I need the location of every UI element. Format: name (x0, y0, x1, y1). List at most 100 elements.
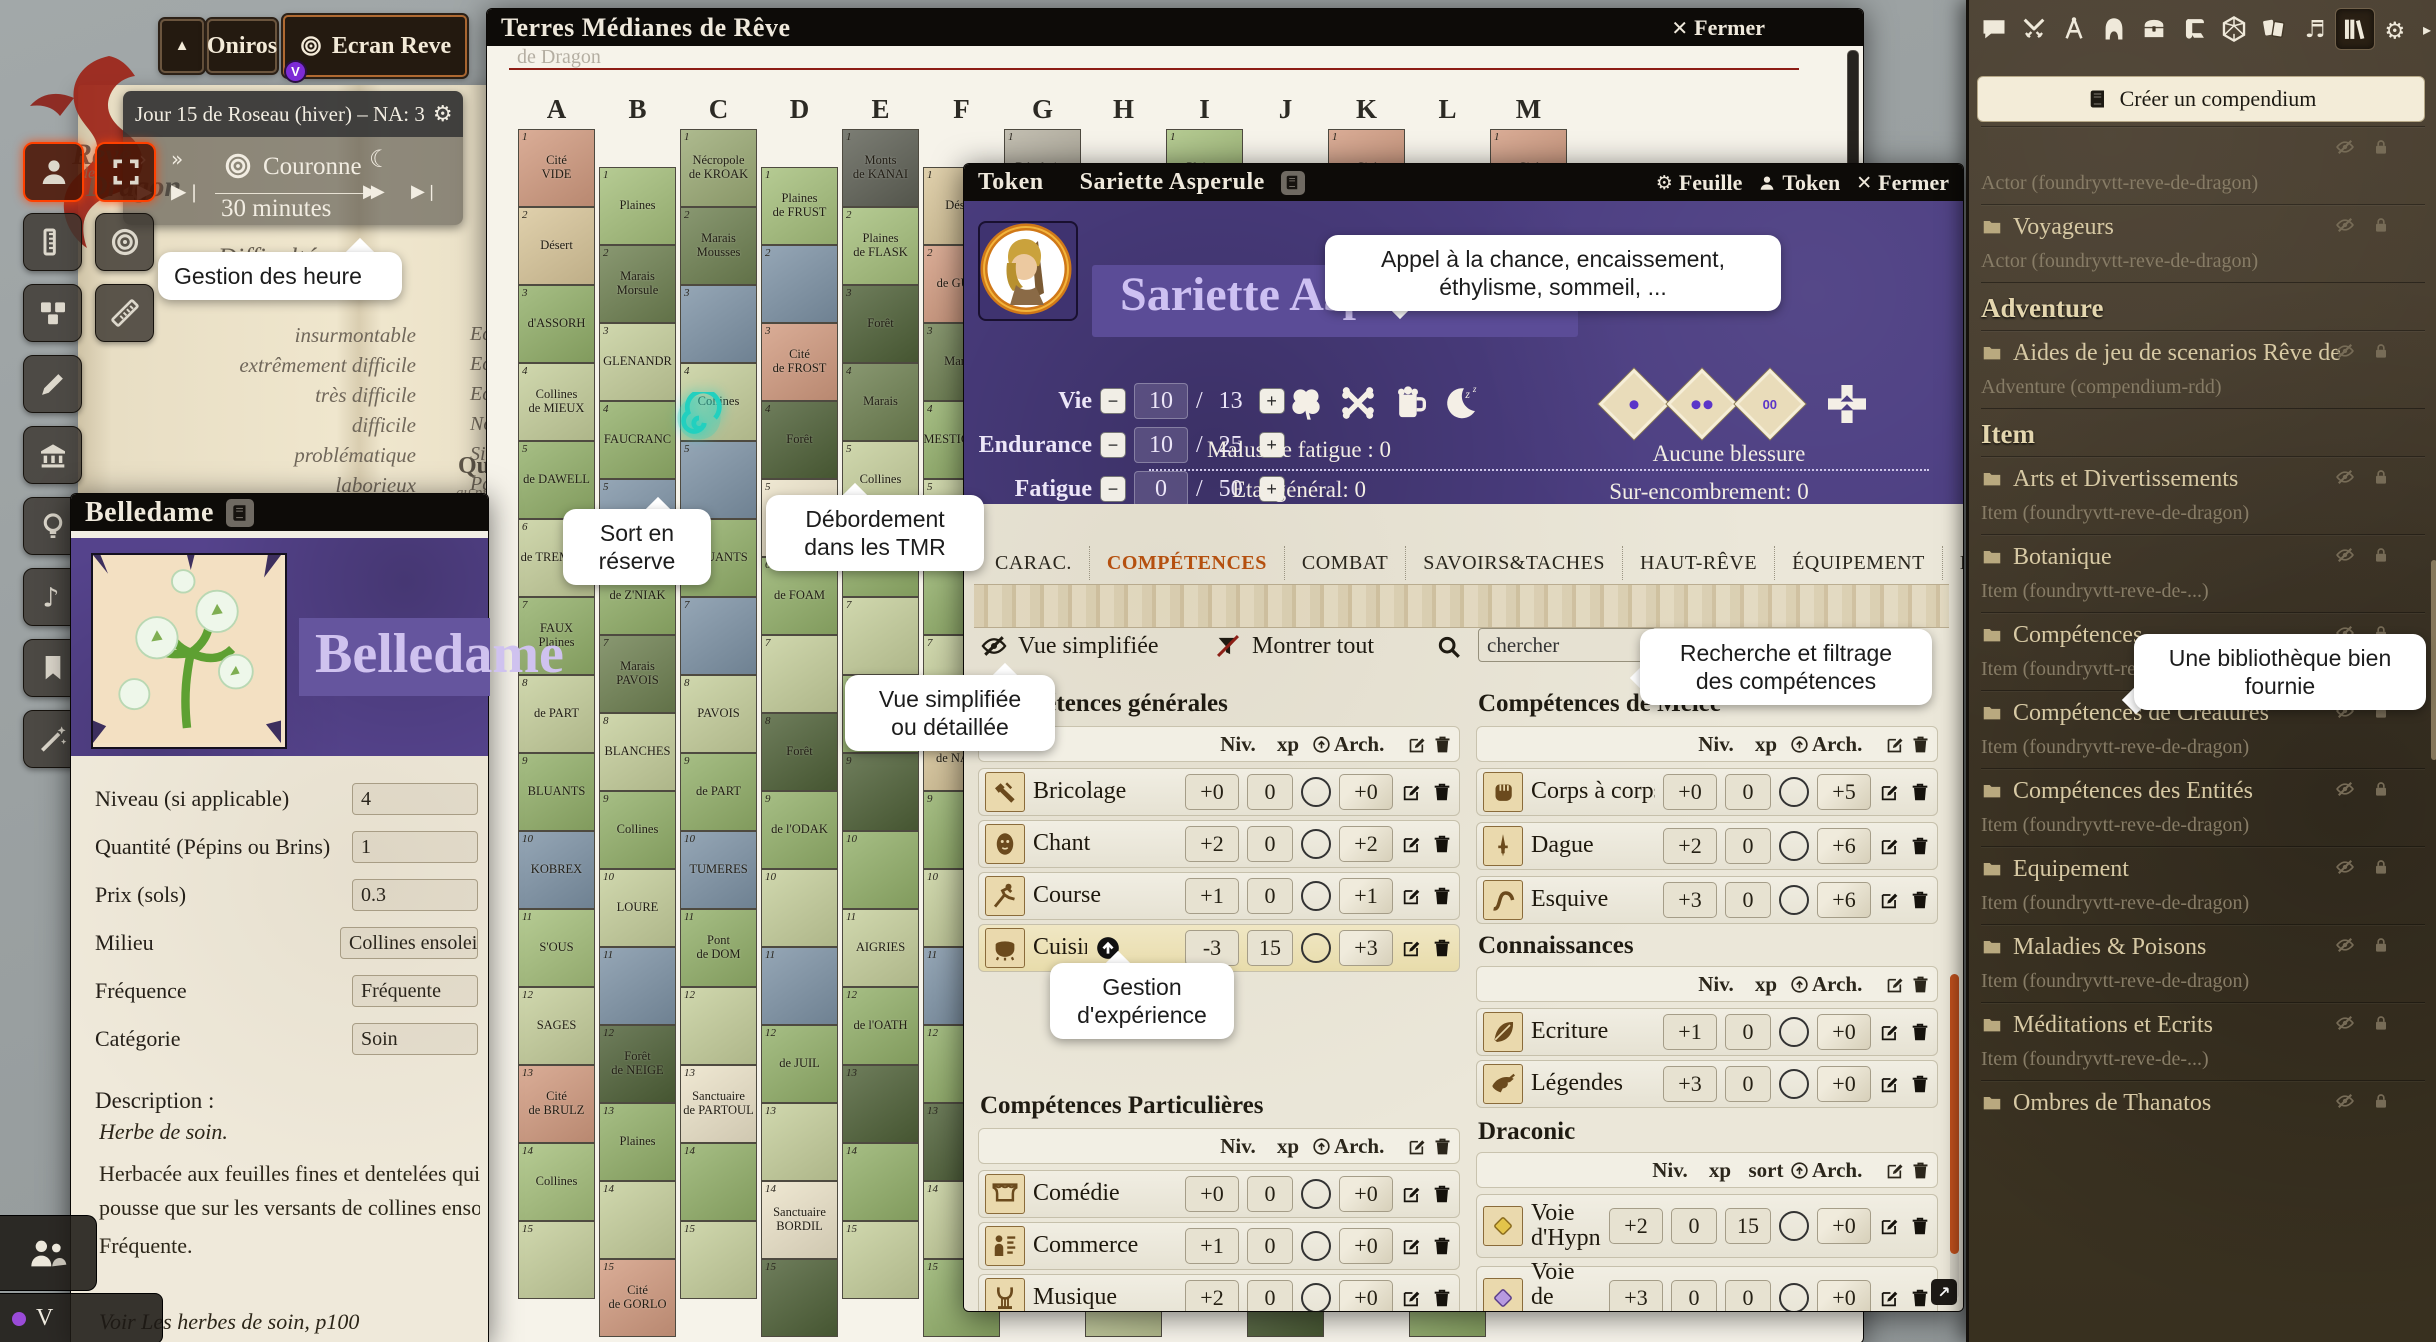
trash-icon[interactable] (1910, 974, 1931, 995)
resize-handle[interactable] (1931, 1279, 1957, 1305)
skill-arch[interactable]: +0 (1817, 1066, 1871, 1102)
skill-row-voiedenarcos[interactable]: Voie de Narcos+300+0 (1476, 1266, 1938, 1311)
visibility-icon[interactable] (2335, 341, 2355, 361)
tmr-cell-C9[interactable]: 9de PART (680, 753, 757, 831)
skill-arch[interactable]: +0 (1339, 1228, 1393, 1264)
skill-xp[interactable]: 0 (1671, 1280, 1717, 1311)
lock-icon[interactable] (2371, 1013, 2391, 1033)
compendium-entry[interactable]: Arts et DivertissementsItem (foundryvtt-… (1981, 456, 2425, 534)
tmr-cell-E12[interactable]: 12de l'OATH (842, 987, 919, 1065)
tmr-cell-C14[interactable]: 14 (680, 1143, 757, 1221)
compendium-entry[interactable]: Aides de jeu de scenarios Rêve de Dragon… (1981, 330, 2425, 408)
skill-row-bricolage[interactable]: Bricolage+00+0 (978, 768, 1460, 816)
tmr-cell-A2[interactable]: 2Désert (518, 207, 595, 285)
skill-roll-circle[interactable] (1301, 777, 1331, 807)
tmr-cell-C3[interactable]: 3 (680, 285, 757, 363)
edit-icon[interactable] (1407, 1136, 1428, 1157)
skill-xp[interactable]: 0 (1247, 1228, 1293, 1264)
stat-value[interactable]: 10 (1134, 383, 1188, 419)
fast-forward-icon[interactable]: ▶▶ (363, 181, 379, 202)
skill-niv[interactable]: +1 (1185, 1228, 1239, 1264)
tmr-cell-E9[interactable]: 9 (842, 753, 919, 831)
tmr-cell-E13[interactable]: 13 (842, 1065, 919, 1143)
edit-icon[interactable] (1885, 974, 1906, 995)
calendar-settings-icon[interactable]: ⚙ (433, 102, 453, 127)
visibility-icon[interactable] (2335, 467, 2355, 487)
sidebar-tab-clef[interactable]: ♬ (2295, 9, 2333, 49)
sidebar-tab-chest[interactable] (2135, 9, 2173, 49)
skill-roll-circle[interactable] (1779, 885, 1809, 915)
skill-row-esquive[interactable]: Esquive+30+6 (1476, 876, 1938, 924)
tmr-cell-C11[interactable]: 11Pontde DOM (680, 909, 757, 987)
skill-xp[interactable]: 0 (1725, 774, 1771, 810)
skill-niv[interactable]: +3 (1609, 1280, 1663, 1311)
tool-ruler-tool-button[interactable] (95, 284, 154, 342)
stat-decrease-button[interactable]: − (1100, 388, 1126, 414)
skill-xp[interactable]: 0 (1247, 1176, 1293, 1212)
tmr-cell-D12[interactable]: 12de JUIL (761, 1025, 838, 1103)
compendium-entry[interactable]: Compétences des EntitésItem (foundryvtt-… (1981, 768, 2425, 846)
skip-day-icon[interactable]: ▶❘ (411, 181, 438, 202)
field-input[interactable]: 0.3 (352, 879, 478, 911)
lock-icon[interactable] (2371, 1091, 2391, 1111)
collapse-macro-bar-button[interactable]: ▲ (160, 19, 204, 73)
tmr-cell-A15[interactable]: 15 (518, 1221, 595, 1299)
tmr-cell-B15[interactable]: 15Citéde GORLO (599, 1259, 676, 1337)
belledame-titlebar[interactable]: Belledame (71, 494, 488, 531)
visibility-icon[interactable] (2335, 545, 2355, 565)
visibility-icon[interactable] (2335, 1013, 2355, 1033)
edit-icon[interactable] (1879, 889, 1901, 911)
belledame-image[interactable] (91, 553, 287, 749)
edit-icon[interactable] (1401, 937, 1423, 959)
sidebar-tab-scroll[interactable] (2175, 9, 2213, 49)
circle-up-icon[interactable] (1789, 1160, 1810, 1181)
skill-xp[interactable]: 0 (1725, 882, 1771, 918)
skill-niv[interactable]: +3 (1663, 882, 1717, 918)
tmr-cell-E1[interactable]: 1Montsde KANAI (842, 129, 919, 207)
skill-arch[interactable]: +0 (1817, 1280, 1871, 1311)
skill-niv[interactable]: +2 (1663, 828, 1717, 864)
players-toggle[interactable] (0, 1215, 97, 1291)
compendium-entry[interactable]: Actor (foundryvtt-reve-de-dragon) (1981, 126, 2425, 204)
trash-icon[interactable] (1431, 885, 1453, 907)
tmr-cell-D9[interactable]: 9de l'ODAK (761, 791, 838, 869)
skill-xp[interactable]: 0 (1725, 1066, 1771, 1102)
edit-icon[interactable] (1401, 1183, 1423, 1205)
trash-icon[interactable] (1432, 1136, 1453, 1157)
skill-xp[interactable]: 0 (1247, 878, 1293, 914)
tmr-cell-A13[interactable]: 13Citéde BRULZ (518, 1065, 595, 1143)
tmr-cell-C8[interactable]: 8PAVOIS (680, 675, 757, 753)
tmr-cell-D1[interactable]: 1Plainesde FRUST (761, 167, 838, 245)
tmr-cell-D14[interactable]: 14SanctuaireBORDIL (761, 1181, 838, 1259)
tmr-cell-E11[interactable]: 11AIGRIES (842, 909, 919, 987)
tmr-cell-A8[interactable]: 8de PART (518, 675, 595, 753)
skill-arch[interactable]: +0 (1817, 1208, 1871, 1244)
tool-target-button[interactable] (95, 142, 156, 202)
skill-row-commerce[interactable]: Commerce+10+0 (978, 1222, 1460, 1270)
edit-icon[interactable] (1879, 835, 1901, 857)
compendium-entry[interactable]: VoyageursActor (foundryvtt-reve-de-drago… (1981, 204, 2425, 282)
sidebar-tab-chat[interactable] (1975, 9, 2013, 49)
tmr-cell-E3[interactable]: 3Forêt (842, 285, 919, 363)
tmr-cell-C15[interactable]: 15 (680, 1221, 757, 1299)
skill-niv[interactable]: -3 (1185, 930, 1239, 966)
tmr-cell-A10[interactable]: 10KOBREX (518, 831, 595, 909)
compendium-entry[interactable]: BotaniqueItem (foundryvtt-reve-de-...) (1981, 534, 2425, 612)
lock-icon[interactable] (2371, 779, 2391, 799)
sheet-scrollbar[interactable] (1950, 974, 1959, 1299)
trash-icon[interactable] (1909, 835, 1931, 857)
tmr-diamond-badge[interactable] (1667, 369, 1738, 440)
skill-xp[interactable]: 15 (1247, 930, 1293, 966)
tmr-cell-B2[interactable]: 2MaraisMorsule (599, 245, 676, 323)
visibility-icon[interactable] (2335, 137, 2355, 157)
skill-roll-circle[interactable] (1301, 1283, 1331, 1311)
skill-xp[interactable]: 0 (1671, 1208, 1717, 1244)
edit-icon[interactable] (1879, 1021, 1901, 1043)
compendium-entry[interactable]: Maladies & PoisonsItem (foundryvtt-reve-… (1981, 924, 2425, 1002)
skill-arch[interactable]: +0 (1339, 1280, 1393, 1311)
skill-roll-circle[interactable] (1301, 933, 1331, 963)
skill-arch[interactable]: +5 (1817, 774, 1871, 810)
skill-niv[interactable]: +0 (1185, 774, 1239, 810)
skill-arch[interactable]: +1 (1339, 878, 1393, 914)
tmr-cell-D7[interactable]: 7 (761, 635, 838, 713)
